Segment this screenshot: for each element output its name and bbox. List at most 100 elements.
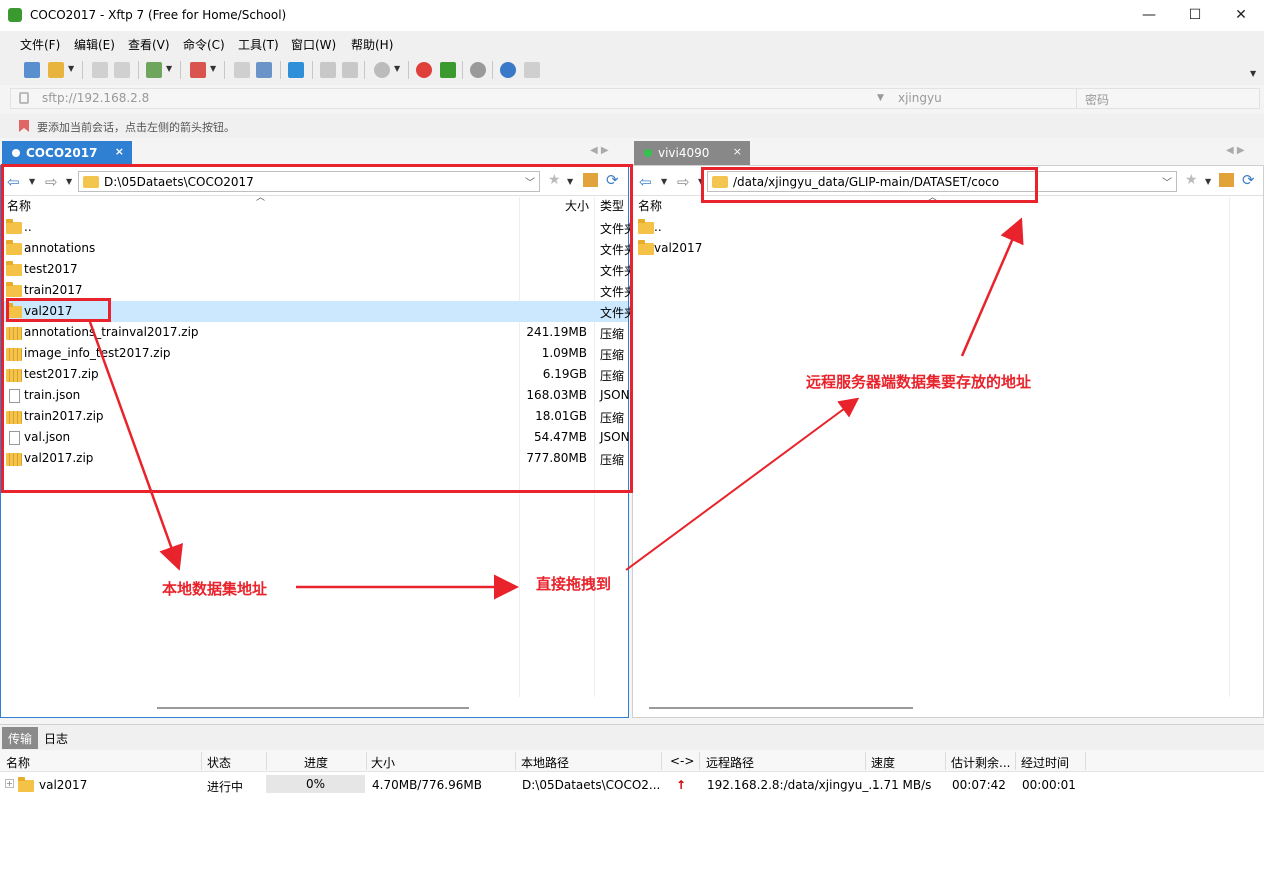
chevron-down-icon[interactable]: ▼: [877, 93, 884, 103]
header-divider: [201, 752, 202, 770]
toolbar-divider: [138, 61, 139, 79]
transfer-list: + val2017 进行中 0% 4.70MB/776.96MB D:\05Da…: [0, 772, 1264, 888]
tab-transfer[interactable]: 传输: [2, 727, 39, 749]
copy-icon[interactable]: [320, 62, 336, 78]
tab-scroll-arrows[interactable]: ◀ ▶: [590, 145, 609, 156]
header-size[interactable]: 大小: [371, 754, 395, 771]
xftp-window: COCO2017 - Xftp 7 (Free for Home/School)…: [0, 0, 1264, 888]
toolbar-divider: [312, 61, 313, 79]
close-button[interactable]: ✕: [1218, 0, 1264, 31]
header-divider: [266, 752, 267, 770]
new-session-icon[interactable]: [24, 62, 40, 78]
local-dataset-highlight: [1, 164, 633, 493]
connection-status-icon: [12, 149, 20, 157]
header-status[interactable]: 状态: [207, 754, 231, 771]
back-arrow-icon[interactable]: ⇦: [639, 173, 652, 191]
menu-file[interactable]: 文件(F): [20, 36, 60, 53]
connect-icon[interactable]: [92, 62, 108, 78]
globe-icon[interactable]: [374, 62, 390, 78]
password-input[interactable]: 密码: [1085, 91, 1109, 108]
transfer-row[interactable]: + val2017 进行中 0% 4.70MB/776.96MB D:\05Da…: [0, 772, 1264, 796]
chevron-down-icon[interactable]: ▼: [661, 177, 669, 186]
horizontal-scrollbar[interactable]: [157, 707, 469, 709]
menu-edit[interactable]: 编辑(E): [74, 36, 115, 53]
file-row[interactable]: val2017: [633, 238, 1263, 259]
menu-window[interactable]: 窗口(W): [291, 36, 336, 53]
header-remaining[interactable]: 估计剩余...: [951, 754, 1010, 771]
chevron-down-icon[interactable]: ﹀: [1162, 174, 1172, 189]
connection-status-icon: [644, 149, 652, 157]
toolbar-divider: [280, 61, 281, 79]
menu-tools[interactable]: 工具(T): [238, 36, 279, 53]
window-title: COCO2017 - Xftp 7 (Free for Home/School): [30, 8, 287, 22]
header-divider: [699, 752, 700, 770]
transfer-speed: 1.71 MB/s: [872, 778, 932, 792]
chevron-down-icon[interactable]: ▼: [1205, 177, 1213, 186]
folder-icon: [638, 240, 654, 255]
hint-bar: 要添加当前会话，点击左侧的箭头按钮。: [0, 114, 1264, 138]
column-divider: [1229, 197, 1230, 697]
remote-dataset-label: 远程服务器端数据集要存放的地址: [806, 373, 1032, 391]
horizontal-scrollbar[interactable]: [649, 707, 913, 709]
maximize-button[interactable]: ☐: [1172, 0, 1218, 31]
minimize-button[interactable]: —: [1126, 0, 1172, 31]
disconnect-icon[interactable]: [114, 62, 130, 78]
transfer-status: 进行中: [207, 780, 244, 794]
header-name[interactable]: 名称: [6, 754, 30, 771]
header-remote-path[interactable]: 远程路径: [706, 754, 754, 771]
header-speed[interactable]: 速度: [871, 754, 895, 771]
toolbar-divider: [364, 61, 365, 79]
file-row[interactable]: ..: [633, 217, 1263, 238]
header-divider: [1015, 752, 1016, 770]
toolbar-divider: [224, 61, 225, 79]
record-icon[interactable]: [190, 62, 206, 78]
home-icon[interactable]: [1219, 173, 1234, 187]
document-icon[interactable]: [234, 62, 250, 78]
header-progress[interactable]: 进度: [304, 754, 328, 771]
chevron-down-icon[interactable]: ▼: [394, 64, 402, 73]
close-icon[interactable]: ×: [733, 145, 742, 158]
menu-view[interactable]: 查看(V): [128, 36, 170, 53]
header-divider: [366, 752, 367, 770]
username-input[interactable]: xjingyu: [898, 91, 942, 105]
close-icon[interactable]: ×: [115, 145, 124, 158]
chevron-down-icon[interactable]: ▼: [68, 64, 76, 73]
open-folder-icon[interactable]: [48, 62, 64, 78]
menu-command[interactable]: 命令(C): [183, 36, 225, 53]
toolbar: ▼ ▼ ▼ ▼ ▼: [0, 55, 1264, 85]
chat-icon[interactable]: [524, 62, 540, 78]
header-direction[interactable]: <->: [670, 754, 694, 768]
transfer-size: 4.70MB/776.96MB: [372, 778, 482, 792]
menu-help[interactable]: 帮助(H): [351, 36, 393, 53]
paste-icon[interactable]: [342, 62, 358, 78]
star-icon[interactable]: ★: [1185, 172, 1198, 188]
xshell-icon[interactable]: [416, 62, 432, 78]
gear-icon[interactable]: [470, 62, 486, 78]
xftp-icon[interactable]: [440, 62, 456, 78]
progress-bar: 0%: [266, 775, 365, 793]
tab-vivi4090[interactable]: vivi4090 ×: [634, 141, 750, 165]
help-icon[interactable]: [500, 62, 516, 78]
tab-log[interactable]: 日志: [38, 727, 74, 749]
tab-coco2017[interactable]: COCO2017 ×: [2, 141, 132, 165]
hint-text: 要添加当前会话，点击左侧的箭头按钮。: [37, 121, 235, 134]
sync-icon[interactable]: [288, 62, 304, 78]
lock-icon: [19, 92, 29, 104]
tab-label: vivi4090: [658, 146, 710, 160]
forward-arrow-icon[interactable]: ⇨: [677, 173, 690, 191]
transfer-icon[interactable]: [256, 62, 272, 78]
chevron-down-icon[interactable]: ▼: [166, 64, 174, 73]
tab-scroll-arrows[interactable]: ◀ ▶: [1226, 145, 1245, 156]
chevron-down-icon[interactable]: ▼: [210, 64, 218, 73]
progress-text: 0%: [305, 777, 326, 791]
chevron-down-icon[interactable]: ▼: [1250, 69, 1258, 78]
new-tab-icon[interactable]: [146, 62, 162, 78]
refresh-icon[interactable]: ⟳: [1242, 171, 1255, 189]
expand-icon[interactable]: +: [5, 779, 14, 788]
host-input[interactable]: sftp://192.168.2.8: [42, 91, 149, 105]
local-dataset-label: 本地数据集地址: [162, 580, 268, 598]
header-local-path[interactable]: 本地路径: [521, 754, 569, 771]
column-name[interactable]: 名称: [638, 197, 662, 217]
header-elapsed[interactable]: 经过时间: [1021, 754, 1069, 771]
bookmark-icon[interactable]: [18, 119, 30, 133]
